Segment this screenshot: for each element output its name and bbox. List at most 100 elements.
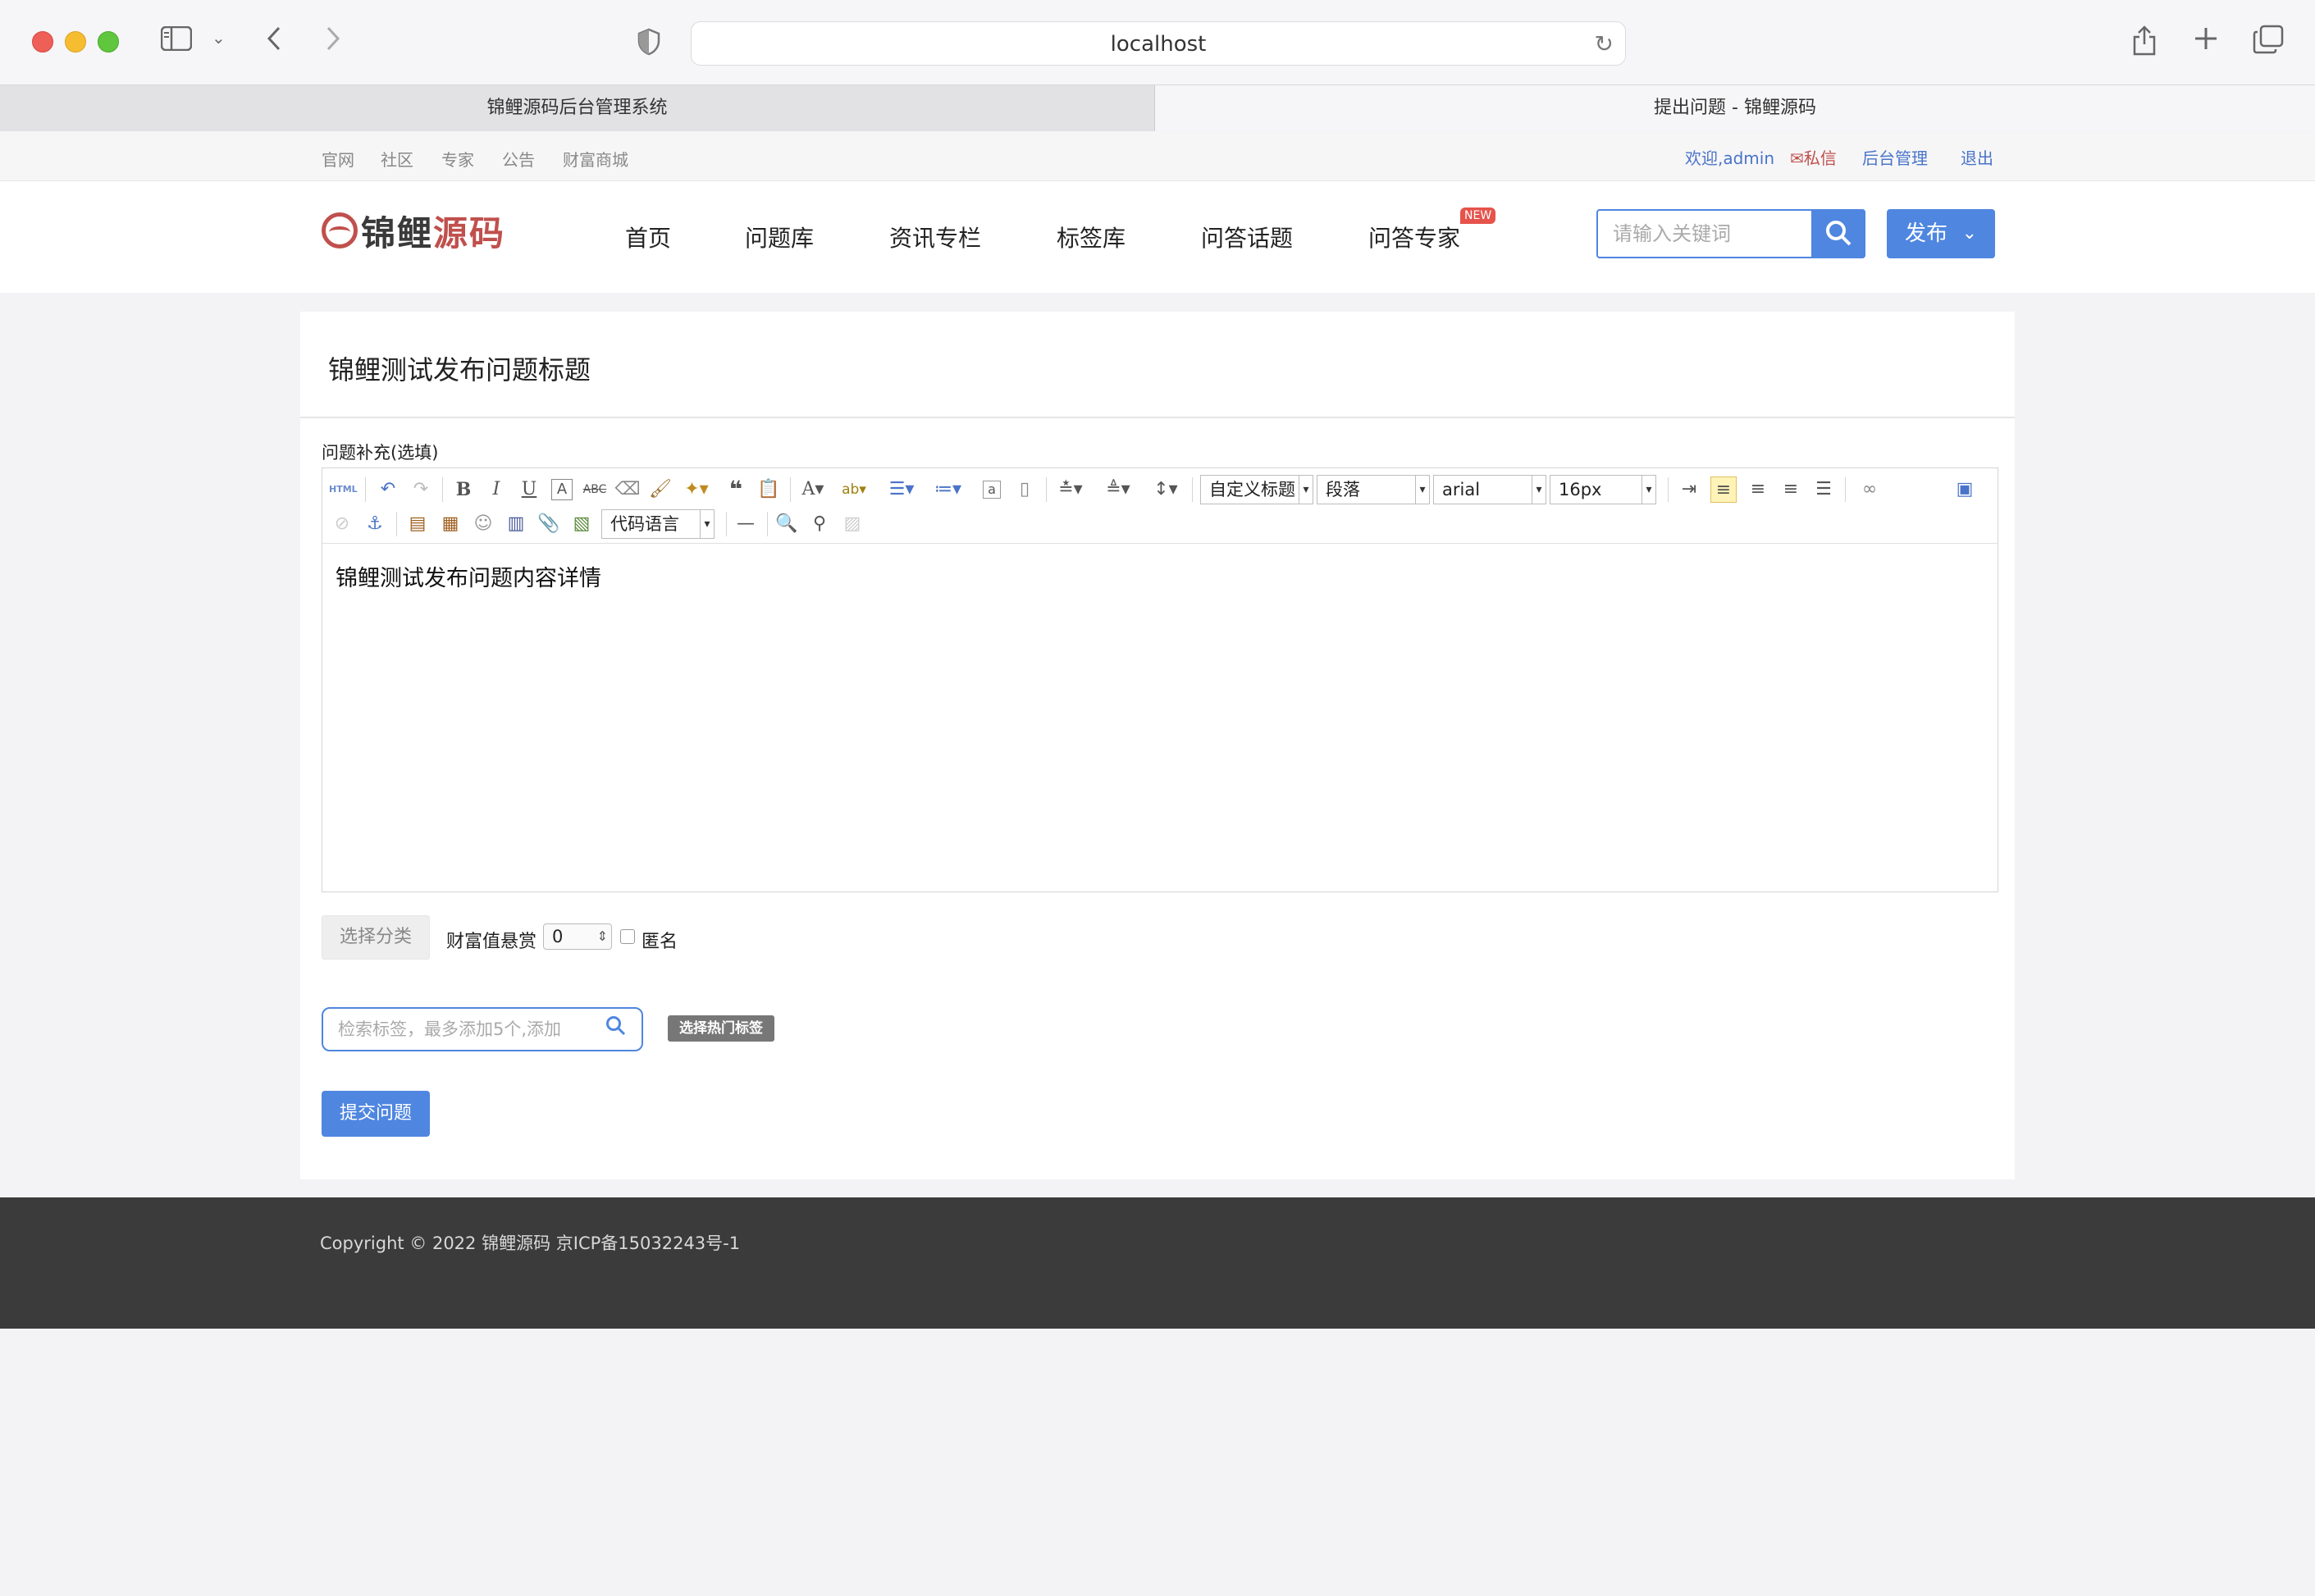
- undo-icon[interactable]: ↶: [375, 477, 401, 503]
- logo-text-part2: 源码: [433, 212, 506, 253]
- nav-tag-library[interactable]: 标签库: [1057, 221, 1126, 253]
- multi-image-icon[interactable]: ▦: [437, 511, 463, 537]
- anonymous-checkbox[interactable]: [620, 929, 635, 944]
- submit-question-button[interactable]: 提交问题: [322, 1091, 430, 1137]
- site-logo[interactable]: 锦鲤 源码: [322, 206, 505, 255]
- nav-qa-experts[interactable]: 问答专家: [1368, 221, 1460, 253]
- private-message-link[interactable]: ✉私信: [1790, 145, 1837, 169]
- maximize-window-button[interactable]: [98, 31, 119, 52]
- nav-question-library[interactable]: 问题库: [745, 221, 814, 253]
- font-border-icon[interactable]: A: [551, 479, 573, 500]
- tab-ask-question[interactable]: 提出问题 - 锦鲤源码: [1155, 85, 2315, 131]
- private-message-label: 私信: [1803, 148, 1837, 168]
- reward-stepper[interactable]: 0: [543, 923, 612, 950]
- sidebar-toggle-icon[interactable]: [160, 25, 193, 56]
- topnav-community[interactable]: 社区: [381, 147, 413, 171]
- paragraph-format-select[interactable]: 段落: [1317, 475, 1430, 504]
- underline-icon[interactable]: U: [516, 477, 542, 503]
- redo-icon[interactable]: ↷: [408, 477, 434, 503]
- copyright-text: Copyright © 2022 锦鲤源码 京ICP备15032243号-1: [320, 1233, 741, 1253]
- align-center-icon[interactable]: ≡: [1745, 477, 1771, 503]
- nav-news-column[interactable]: 资讯专栏: [889, 221, 981, 253]
- topnav-experts[interactable]: 专家: [441, 147, 474, 171]
- line-height-icon[interactable]: ↕▾: [1153, 477, 1179, 503]
- question-title-input[interactable]: 锦鲤测试发布问题标题: [328, 349, 591, 387]
- anchor-icon[interactable]: ⚓: [362, 511, 388, 537]
- welcome-user-link[interactable]: 欢迎,admin: [1685, 145, 1774, 169]
- search-icon[interactable]: [605, 1015, 627, 1042]
- address-bar[interactable]: localhost ↻: [691, 21, 1626, 66]
- custom-heading-select[interactable]: 自定义标题: [1200, 475, 1313, 504]
- highlight-color-icon[interactable]: ab▾: [841, 477, 867, 503]
- unordered-list-icon[interactable]: ≔▾: [934, 477, 961, 503]
- site-search: [1596, 209, 1865, 258]
- eraser-icon[interactable]: ⌫: [614, 477, 641, 503]
- emotion-icon[interactable]: ☺: [470, 511, 496, 537]
- toolbar-separator: [442, 477, 443, 502]
- search-button[interactable]: [1811, 209, 1865, 258]
- strikethrough-icon[interactable]: ABC: [582, 477, 608, 503]
- reload-icon[interactable]: ↻: [1595, 30, 1614, 57]
- select-hot-tags-button[interactable]: 选择热门标签: [668, 1015, 774, 1042]
- font-size-select[interactable]: 16px: [1550, 475, 1656, 504]
- find-binoculars-icon[interactable]: ⚲: [806, 511, 833, 537]
- select-all-icon[interactable]: a: [983, 481, 1001, 499]
- tab-overview-icon[interactable]: [2253, 25, 2284, 59]
- image-icon[interactable]: ▤: [404, 511, 431, 537]
- tag-search: [322, 1007, 643, 1051]
- logout-link[interactable]: 退出: [1961, 145, 1993, 169]
- template-icon[interactable]: ▧: [568, 511, 595, 537]
- horizontal-rule-icon[interactable]: —: [733, 511, 759, 537]
- auto-format-icon[interactable]: ✦▾: [683, 477, 710, 503]
- bold-icon[interactable]: B: [450, 477, 477, 503]
- font-color-icon[interactable]: A▾: [800, 477, 826, 503]
- font-family-select[interactable]: arial: [1433, 475, 1546, 504]
- format-brush-icon[interactable]: 🖌: [647, 477, 673, 503]
- italic-icon[interactable]: I: [483, 477, 509, 503]
- video-icon[interactable]: ▥: [503, 511, 529, 537]
- topnav-official-site[interactable]: 官网: [322, 147, 354, 171]
- preview-monitor-icon[interactable]: ▣: [1952, 477, 1978, 503]
- nav-qa-topics[interactable]: 问答话题: [1201, 221, 1293, 253]
- align-left-icon[interactable]: ≡: [1710, 477, 1737, 503]
- align-justify-icon[interactable]: ☰: [1810, 477, 1837, 503]
- toolbar-separator: [1668, 477, 1669, 502]
- close-window-button[interactable]: [32, 31, 53, 52]
- admin-panel-link[interactable]: 后台管理: [1862, 145, 1928, 169]
- attachment-icon[interactable]: 📎: [536, 511, 562, 537]
- row-spacing-top-icon[interactable]: ≛▾: [1057, 477, 1084, 503]
- mail-icon: ✉: [1790, 148, 1804, 168]
- indent-icon[interactable]: ⇥: [1676, 477, 1702, 503]
- code-language-select[interactable]: 代码语言: [601, 509, 715, 539]
- ordered-list-icon[interactable]: ☰▾: [888, 477, 915, 503]
- topnav-announcements[interactable]: 公告: [502, 147, 535, 171]
- html-source-button[interactable]: HTML: [329, 477, 358, 503]
- share-icon[interactable]: [2131, 25, 2157, 61]
- back-arrow-icon[interactable]: [264, 25, 284, 57]
- topnav-wealth-mall[interactable]: 财富商城: [563, 147, 628, 171]
- search-input[interactable]: [1598, 211, 1813, 257]
- nav-home[interactable]: 首页: [625, 221, 671, 253]
- select-category-button[interactable]: 选择分类: [322, 915, 430, 960]
- new-tab-plus-icon[interactable]: [2192, 25, 2220, 57]
- reward-label: 财富值悬赏: [446, 932, 537, 952]
- privacy-shield-icon[interactable]: [637, 28, 661, 61]
- search-replace-icon[interactable]: 🔍: [774, 511, 800, 537]
- anonymous-label: 匿名: [642, 932, 678, 952]
- paste-plain-icon[interactable]: 📋: [756, 477, 782, 503]
- minimize-window-button[interactable]: [65, 31, 86, 52]
- clear-document-icon[interactable]: ▯: [1011, 477, 1038, 503]
- publish-dropdown-button[interactable]: 发布 ⌄: [1887, 209, 1995, 258]
- editor-content[interactable]: 锦鲤测试发布问题内容详情: [336, 560, 601, 592]
- toolbar-separator: [1046, 477, 1047, 502]
- link-icon[interactable]: ∞: [1856, 477, 1883, 503]
- blockquote-icon[interactable]: ❝: [723, 477, 749, 503]
- row-spacing-bottom-icon[interactable]: ≜▾: [1105, 477, 1131, 503]
- unlink-icon[interactable]: ⊘: [329, 511, 355, 537]
- forward-arrow-icon[interactable]: [323, 25, 343, 57]
- paste-format-icon[interactable]: ▨: [839, 511, 865, 537]
- chevron-down-icon[interactable]: ⌄: [212, 30, 226, 46]
- align-right-icon[interactable]: ≡: [1778, 477, 1804, 503]
- tab-admin-system[interactable]: 锦鲤源码后台管理系统: [0, 85, 1155, 131]
- tag-search-input[interactable]: [323, 1009, 594, 1050]
